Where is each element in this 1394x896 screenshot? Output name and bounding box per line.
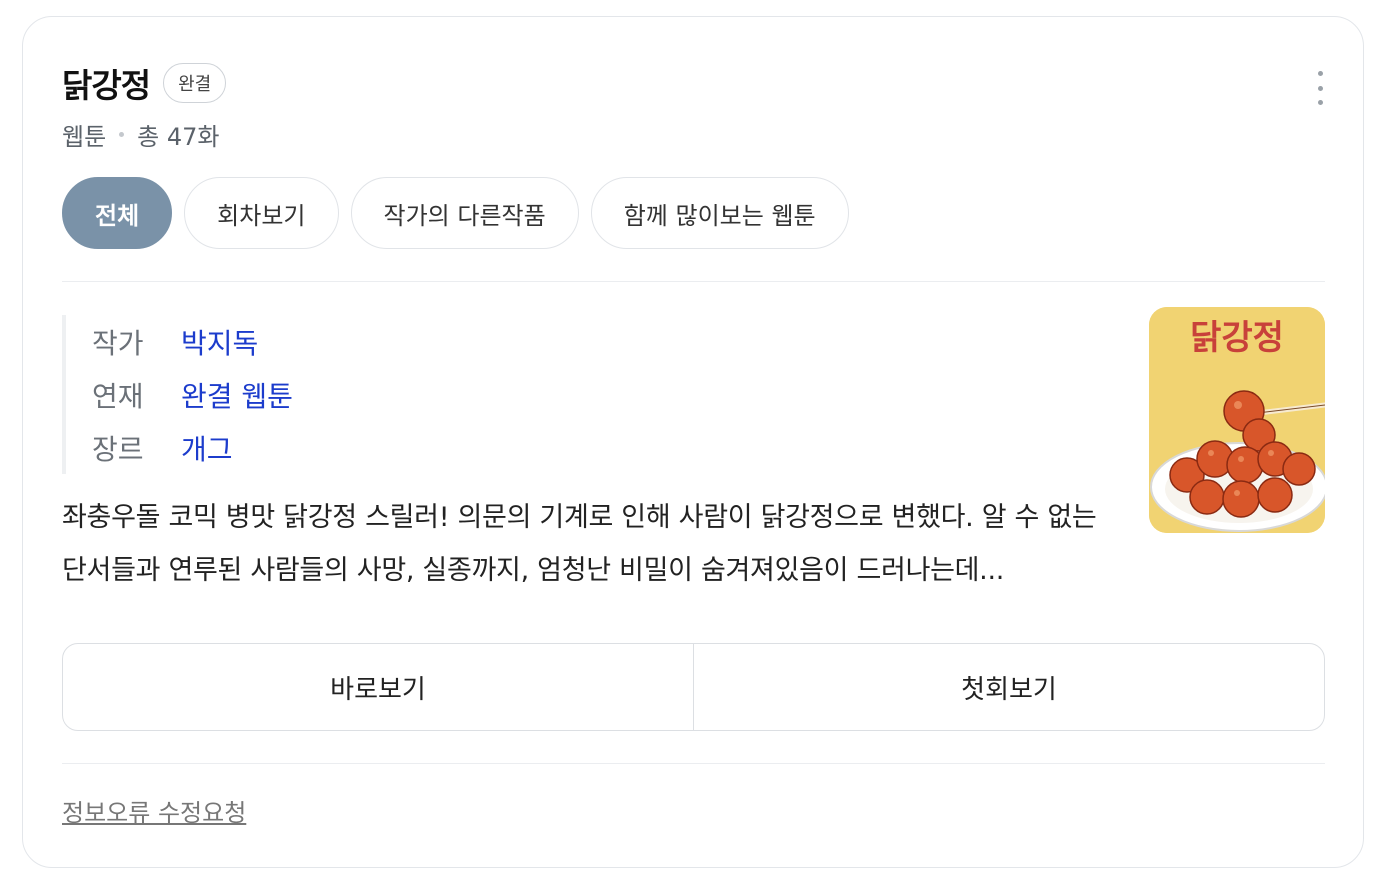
category-label: 웹툰 <box>62 123 107 151</box>
more-dot <box>1317 85 1323 91</box>
serial-link[interactable]: 완결 웹툰 <box>181 375 293 415</box>
cover-thumbnail[interactable]: 닭강정 <box>1149 307 1325 533</box>
separator-dot <box>119 132 125 137</box>
meta-row: 웹툰 총 47화 <box>62 117 220 152</box>
action-bar: 바로보기 첫회보기 <box>62 643 1325 731</box>
page-title: 닭강정 <box>62 66 151 105</box>
info-row-author: 작가 박지독 <box>92 315 293 368</box>
title-row: 닭강정 완결 <box>62 61 227 105</box>
description: 좌충우돌 코믹 병맛 닭강정 스릴러! 의문의 기계로 인해 사람이 닭강정으로… <box>62 502 1097 586</box>
tab-bar: 전체 회차보기 작가의 다른작품 함께 많이보는 웹툰 <box>62 177 849 249</box>
info-row-genre: 장르 개그 <box>92 421 293 474</box>
status-badge: 완결 <box>163 63 227 103</box>
tab-all[interactable]: 전체 <box>62 177 173 249</box>
author-link[interactable]: 박지독 <box>181 322 258 362</box>
tab-related-webtoons[interactable]: 함께 많이보는 웹툰 <box>590 177 849 249</box>
divider <box>62 763 1325 764</box>
more-dot <box>1317 100 1323 105</box>
more-options-icon[interactable] <box>1313 71 1327 105</box>
info-row-serial: 연재 완결 웹툰 <box>92 368 293 421</box>
more-dot <box>1317 71 1323 76</box>
read-now-button[interactable]: 바로보기 <box>63 644 693 730</box>
genre-label: 장르 <box>92 432 144 466</box>
serial-label: 연재 <box>92 379 144 413</box>
tab-author-works[interactable]: 작가의 다른작품 <box>350 177 579 249</box>
report-error-link[interactable]: 정보오류 수정요청 <box>62 793 246 828</box>
cover-illustration: 닭강정 <box>1149 307 1325 533</box>
info-list: 작가 박지독 연재 완결 웹툰 장르 개그 <box>62 315 293 474</box>
author-label: 작가 <box>92 326 144 360</box>
cover-title: 닭강정 <box>1190 318 1284 358</box>
first-episode-button[interactable]: 첫회보기 <box>693 644 1324 730</box>
genre-link[interactable]: 개그 <box>181 428 233 468</box>
divider <box>62 281 1325 282</box>
webtoon-info-card: 닭강정 완결 웹툰 총 47화 전체 회차보기 작가의 다른작품 함께 많이보는… <box>22 16 1364 868</box>
tab-episodes[interactable]: 회차보기 <box>184 177 339 249</box>
episode-count: 총 47화 <box>137 123 220 151</box>
